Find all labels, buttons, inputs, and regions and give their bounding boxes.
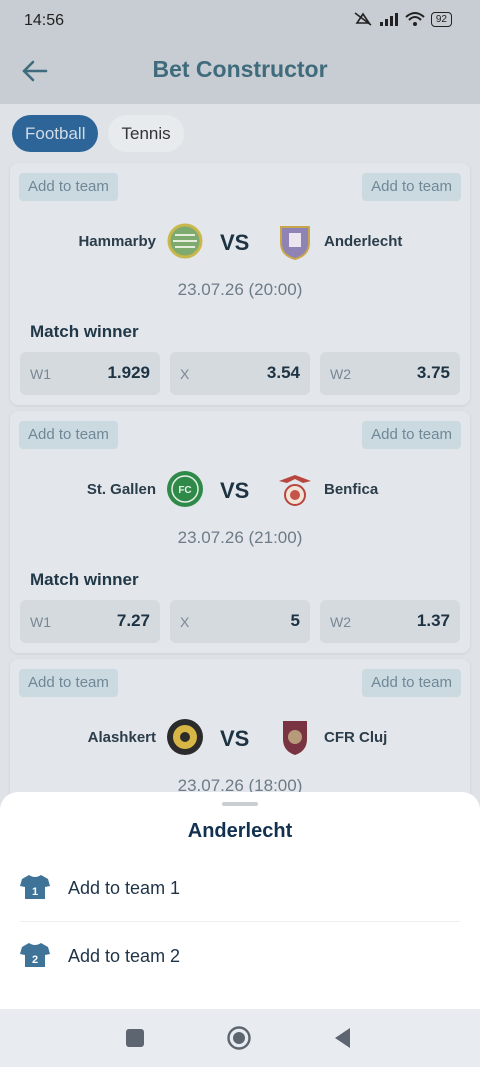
option-label: Add to team 1 (68, 878, 181, 898)
away-team-name: CFR Cluj (324, 729, 388, 746)
shirt-icon: 1 (20, 875, 50, 899)
drag-handle[interactable] (222, 802, 258, 806)
odd-value: 5 (290, 611, 300, 630)
back-triangle-icon[interactable] (330, 1025, 356, 1051)
odd-button-x[interactable]: X 3.54 (170, 352, 310, 395)
alashkert-logo-icon (167, 719, 203, 755)
odd-value: 1.37 (416, 611, 450, 630)
market-title: Match winner (30, 322, 139, 341)
add-to-team-button[interactable]: Add to team (19, 669, 118, 697)
odd-value: 3.75 (416, 363, 450, 382)
match-date: 23.07.26 (20:00) (177, 280, 303, 299)
match-teams: Hammarby VS Anderlecht (10, 219, 470, 263)
anderlecht-logo-icon (280, 226, 310, 261)
home-team-name: St. Gallen (86, 481, 156, 498)
match-card: Add to team Add to team St. Gallen FC VS… (10, 411, 470, 653)
wifi-icon (405, 12, 425, 26)
vs-label: VS (220, 478, 250, 503)
odd-label: W2 (330, 614, 351, 630)
odd-button-w1[interactable]: W1 7.27 (20, 600, 160, 643)
status-bar: 14:56 92 (0, 0, 480, 40)
away-team-name: Anderlecht (324, 233, 403, 250)
odd-button-w2[interactable]: W2 1.37 (320, 600, 460, 643)
add-to-team-button[interactable]: Add to team (362, 669, 461, 697)
hammarby-logo-icon (167, 223, 203, 259)
match-card: Add to team Add to team Alashkert VS CFR… (10, 659, 470, 799)
team-bottom-sheet: Anderlecht 1 Add to team 1 2 Add to team… (0, 792, 480, 1012)
add-to-team-button[interactable]: Add to team (19, 421, 118, 449)
cfr-cluj-logo-icon (283, 721, 307, 755)
page-title: Bet Constructor (152, 56, 328, 82)
vs-label: VS (220, 726, 250, 751)
shirt-number: 1 (32, 886, 38, 898)
home-icon[interactable] (226, 1025, 252, 1051)
add-to-team-1-option[interactable]: 1 Add to team 1 (0, 854, 480, 920)
shirt-number: 2 (32, 954, 38, 966)
option-label: Add to team 2 (68, 946, 181, 966)
odd-label: W1 (30, 614, 51, 630)
add-to-team-button[interactable]: Add to team (362, 421, 461, 449)
odd-value: 3.54 (266, 363, 300, 382)
tab-football[interactable]: Football (12, 115, 99, 152)
match-teams: St. Gallen FC VS Benfica (10, 467, 470, 511)
odd-button-x[interactable]: X 5 (170, 600, 310, 643)
svg-text:FC: FC (178, 485, 191, 496)
match-date: 23.07.26 (21:00) (177, 528, 303, 547)
status-icons: 92 (353, 11, 452, 27)
odd-label: X (180, 366, 190, 382)
battery-indicator: 92 (430, 11, 452, 27)
tab-tennis[interactable]: Tennis (108, 115, 184, 152)
odd-label: W1 (30, 366, 51, 382)
add-to-team-button[interactable]: Add to team (19, 173, 118, 201)
odd-button-w2[interactable]: W2 3.75 (320, 352, 460, 395)
top-app-bar: Bet Constructor (0, 40, 480, 104)
st-gallen-logo-icon: FC (167, 471, 203, 507)
home-team-name: Hammarby (78, 233, 156, 250)
market-title: Match winner (30, 570, 139, 589)
odd-label: W2 (330, 366, 351, 382)
odd-value: 1.929 (107, 363, 150, 382)
sport-tabs: Football Tennis (12, 115, 184, 152)
recent-apps-icon[interactable] (122, 1025, 148, 1051)
status-time: 14:56 (24, 12, 65, 29)
add-to-team-button[interactable]: Add to team (362, 173, 461, 201)
system-nav-bar (0, 1009, 480, 1067)
sheet-title: Anderlecht (187, 820, 293, 842)
match-card: Add to team Add to team Hammarby VS Ande… (10, 163, 470, 405)
home-team-name: Alashkert (87, 729, 156, 746)
add-to-team-2-option[interactable]: 2 Add to team 2 (0, 922, 480, 988)
benfica-logo-icon (279, 475, 311, 506)
odd-value: 7.27 (116, 611, 150, 630)
away-team-name: Benfica (324, 481, 379, 498)
odd-button-w1[interactable]: W1 1.929 (20, 352, 160, 395)
vs-label: VS (220, 230, 250, 255)
mute-icon (354, 12, 372, 26)
shirt-icon: 2 (20, 943, 50, 967)
match-teams: Alashkert VS CFR Cluj (10, 715, 470, 759)
signal-icon (379, 13, 398, 26)
odd-label: X (180, 614, 190, 630)
